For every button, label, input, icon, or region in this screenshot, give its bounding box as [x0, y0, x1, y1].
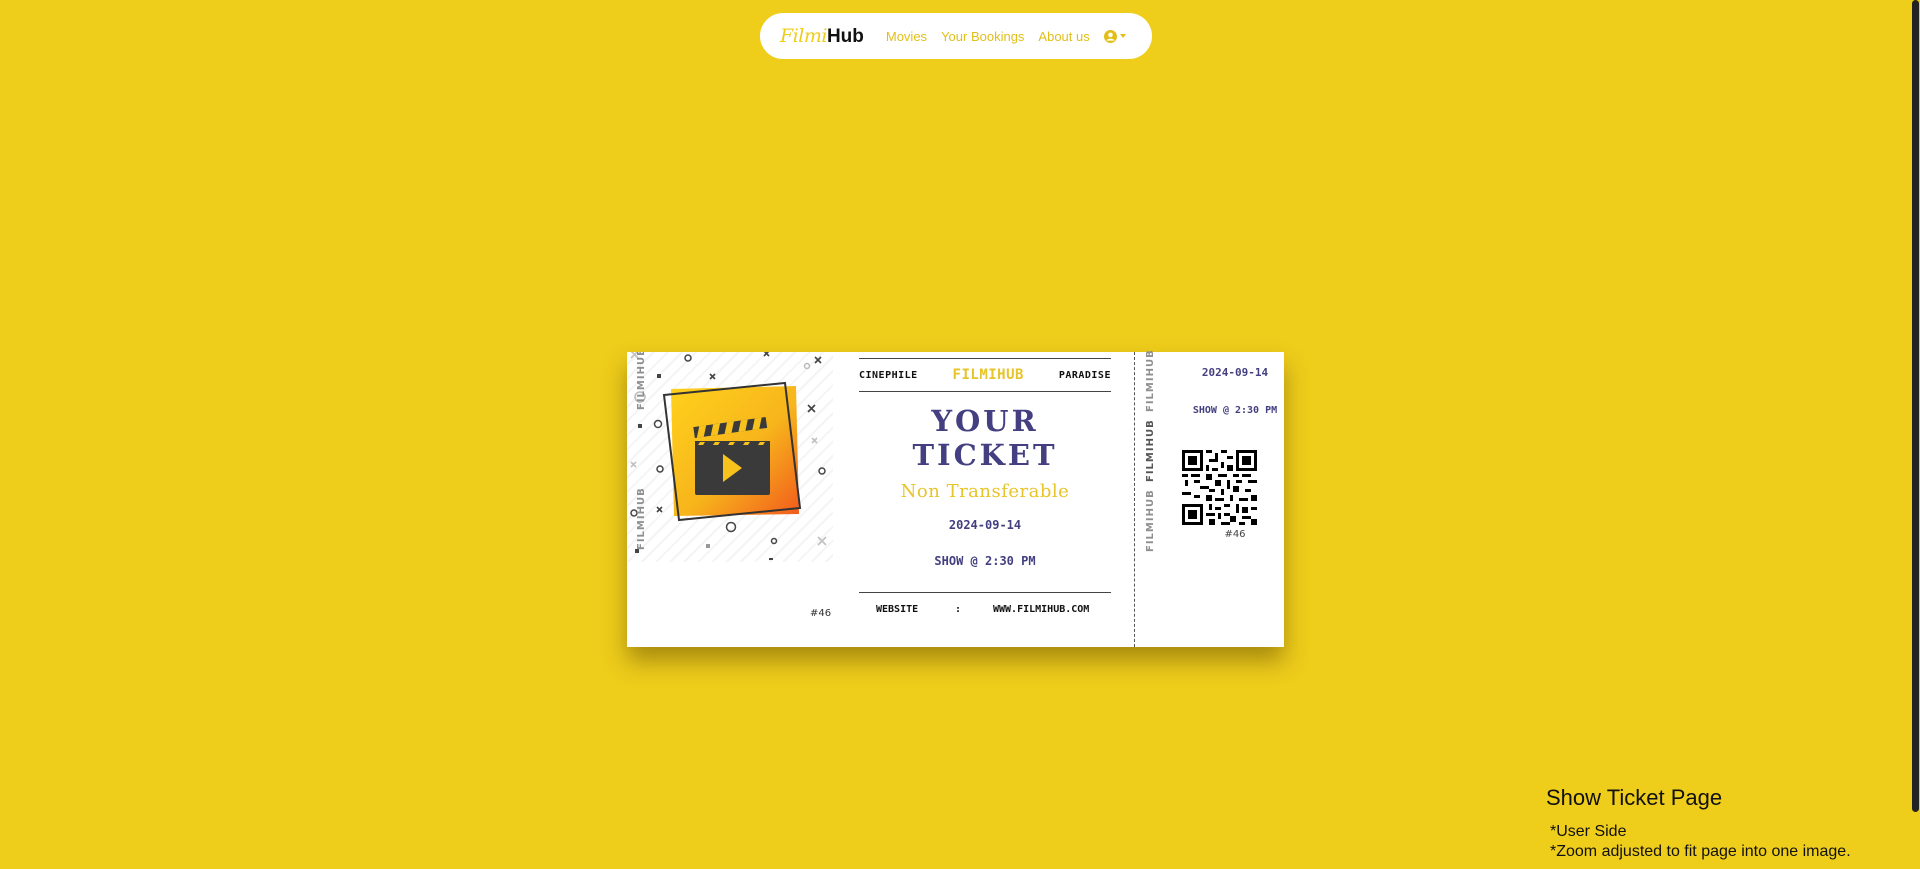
chevron-down-icon [1119, 34, 1126, 38]
ticket-brand: FILMIHUB [952, 367, 1024, 383]
brand-logo-part1: Filmi [780, 24, 827, 47]
show-time: SHOW @ 2:30 PM [934, 554, 1036, 568]
cinema-right-label: PARADISE [1058, 369, 1111, 381]
caption-title: Show Ticket Page [1546, 785, 1723, 810]
ticket-card: FILMIHUB FILMIHUB #46 CINEPHILE FILMIHUB… [627, 349, 1284, 647]
stub-brand-top: FILMIHUB [1145, 349, 1156, 412]
ticket-number: #46 [810, 608, 832, 619]
cinema-left-label: CINEPHILE [859, 369, 918, 381]
side-brand-top: FILMIHUB [636, 352, 647, 410]
ticket-artwork: FILMIHUB FILMIHUB [627, 352, 833, 562]
user-circle-icon [1103, 29, 1117, 43]
stub-date: 2024-09-14 [1201, 366, 1269, 379]
nav-link-about-us[interactable]: About us [1038, 29, 1089, 44]
stub-brand-bottom: FILMIHUB [1145, 489, 1156, 552]
website-label: WEBSITE [876, 604, 919, 615]
page-caption: Show Ticket Page *User Side *Zoom adjust… [1546, 785, 1851, 862]
stub-show-time: SHOW @ 2:30 PM [1192, 405, 1278, 416]
stub-ticket-number: #46 [1224, 529, 1246, 540]
ticket-header-row: CINEPHILE FILMIHUB PARADISE [859, 359, 1111, 391]
scrollbar-thumb[interactable] [1912, 0, 1919, 812]
side-brand-bottom: FILMIHUB [636, 487, 647, 550]
brand-logo-part2: Hub [826, 25, 864, 47]
navbar: Filmi Hub Movies Your Bookings About us [760, 13, 1152, 59]
ticket-main-section: CINEPHILE FILMIHUB PARADISE YOUR TICKET … [859, 358, 1111, 568]
divider [859, 391, 1111, 392]
scrollbar[interactable] [1911, 0, 1920, 869]
website-value: WWW.FILMIHUB.COM [993, 604, 1090, 615]
ticket-subtitle: Non Transferable [900, 481, 1070, 502]
user-menu-dropdown[interactable] [1103, 29, 1126, 43]
brand-logo[interactable]: Filmi Hub [780, 25, 864, 48]
nav-link-movies[interactable]: Movies [886, 29, 927, 44]
divider [859, 592, 1111, 593]
caption-note-user-side: *User Side [1550, 823, 1627, 840]
clapperboard-illustration [630, 352, 827, 560]
caption-note-zoom: *Zoom adjusted to fit page into one imag… [1550, 843, 1851, 860]
nav-link-your-bookings[interactable]: Your Bookings [941, 29, 1024, 44]
website-separator: : [955, 604, 962, 615]
ticket-title: YOUR TICKET [912, 404, 1058, 472]
qr-code [1182, 450, 1257, 525]
stub-brand-middle: FILMIHUB [1145, 419, 1156, 482]
show-date: 2024-09-14 [948, 518, 1022, 532]
ticket-perforation [1134, 352, 1135, 647]
